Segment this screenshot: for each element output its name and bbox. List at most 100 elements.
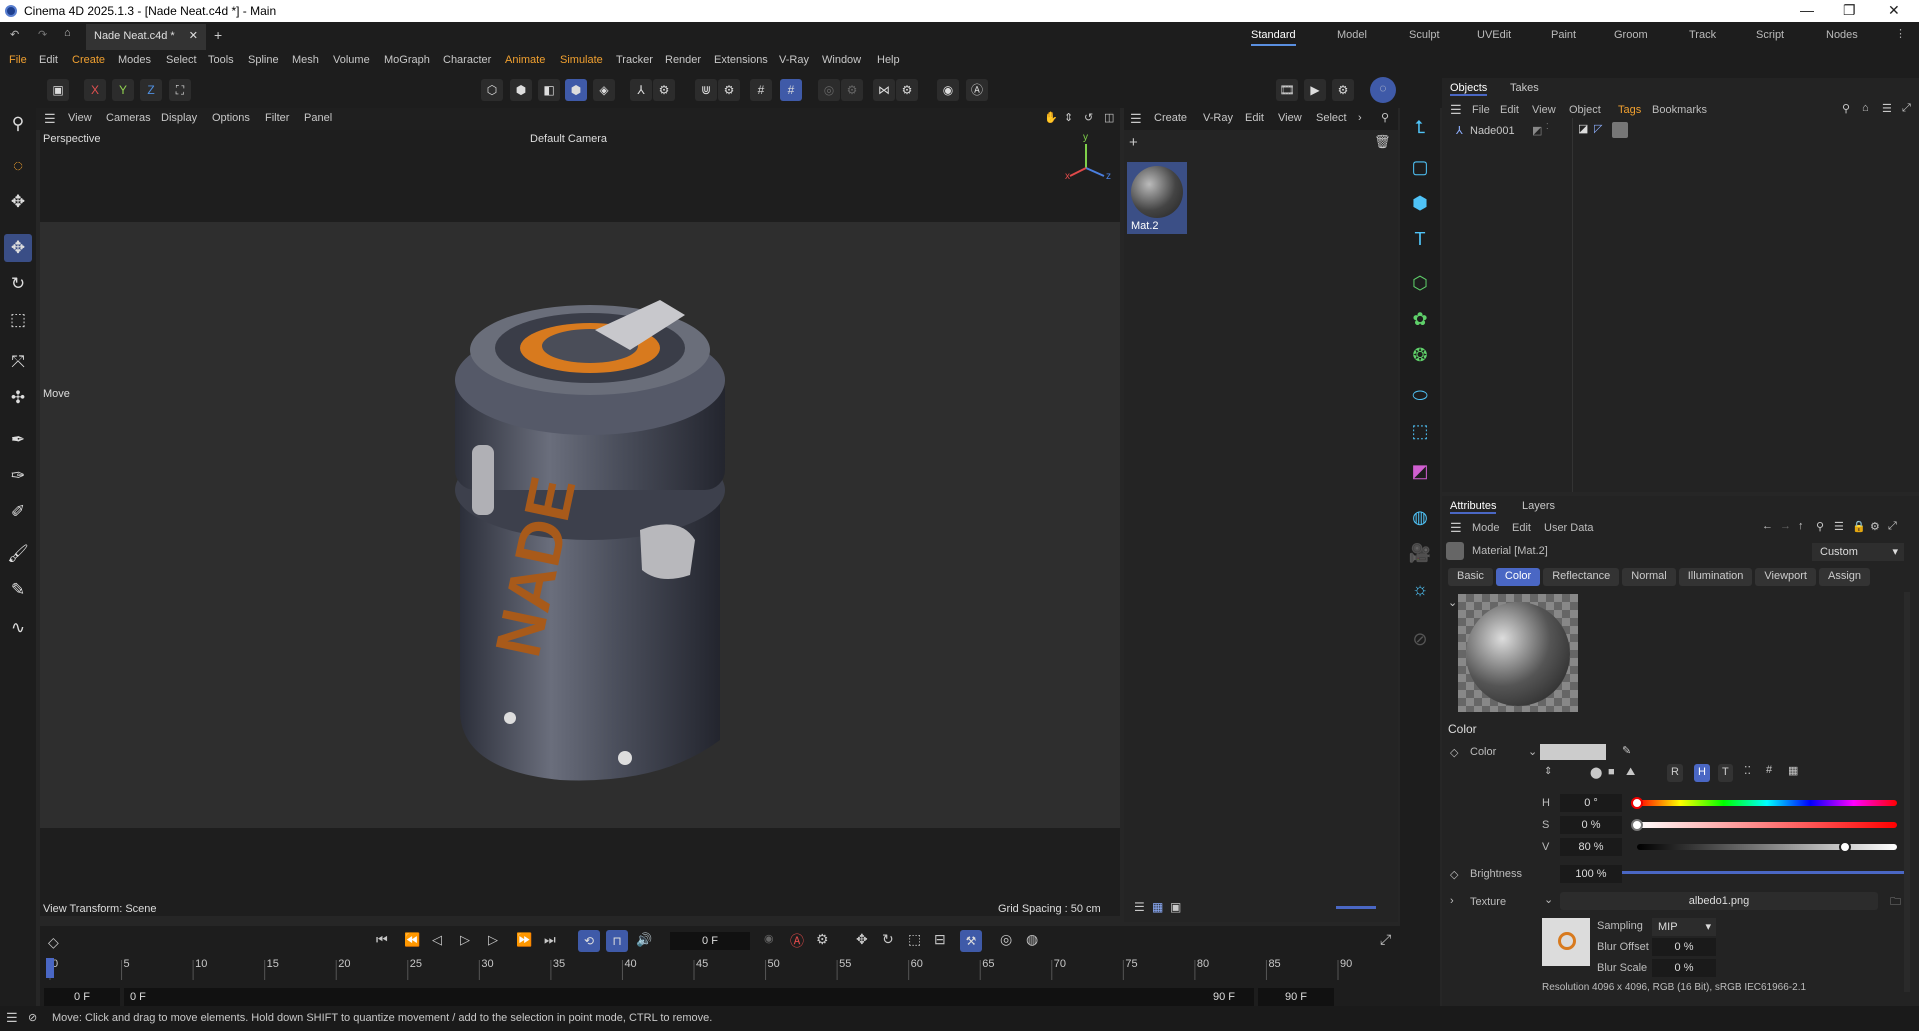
obj-search-icon[interactable]: ⚲ [1842,102,1850,115]
range-end-field[interactable]: 90 F [1200,988,1248,1006]
attr-scrollbar[interactable] [1904,592,1910,992]
hue-slider-knob[interactable] [1631,797,1643,809]
points-mode-icon[interactable]: ⬡ [481,79,503,101]
edges-mode-icon[interactable]: ⬢ [510,79,532,101]
environment-icon[interactable]: ◍ [1405,502,1435,532]
placement-tool-icon[interactable]: ✣ [4,384,32,412]
scale-tool-icon[interactable]: ✥ [4,188,32,216]
menu-render[interactable]: Render [665,54,701,66]
texture-file-field[interactable]: albedo1.png [1560,892,1878,910]
new-tab-icon[interactable]: + [214,27,222,43]
brush-tool-icon[interactable]: 🖌 [4,540,32,568]
menu-character[interactable]: Character [443,54,491,66]
tab-attributes[interactable]: Attributes [1450,500,1497,514]
menu-tools[interactable]: Tools [208,54,234,66]
spline-smooth-icon[interactable]: ∿ [4,614,32,642]
range-start-field[interactable]: 0 F [124,988,1254,1006]
move-tool-icon[interactable]: ✥ [4,234,32,262]
tab-objects[interactable]: Objects [1450,82,1488,96]
value-slider-knob[interactable] [1839,841,1851,853]
attr-expand-icon[interactable]: ⤢ [1888,520,1897,533]
subdivision-generator-icon[interactable]: ⬡ [1405,268,1435,298]
document-tab[interactable]: Nade Neat.c4d * ✕ [86,24,206,50]
attr-settings-icon[interactable]: ⚙ [1870,520,1880,533]
current-frame-field[interactable]: 0 F [670,932,750,950]
attr-filter-icon[interactable]: ☰ [1834,520,1844,533]
large-view-icon[interactable]: ▣ [1170,900,1181,914]
layout-groom[interactable]: Groom [1614,29,1648,41]
symmetry-icon[interactable]: ⋈ [873,79,895,101]
timeline-graph-icon[interactable]: ⤢ [1380,931,1391,948]
rotate-view-icon[interactable]: ↺ [1084,111,1093,124]
go-to-start-icon[interactable]: ⏮ [376,932,388,948]
layout-paint[interactable]: Paint [1551,29,1576,41]
coordinate-system-icon[interactable]: ⛶ [169,79,191,101]
menu-simulate[interactable]: Simulate [560,54,603,66]
effector-icon[interactable]: ❂ [1405,340,1435,370]
menu-mograph[interactable]: MoGraph [384,54,430,66]
attr-menu-userdata[interactable]: User Data [1544,522,1594,534]
dolly-view-icon[interactable]: ⇕ [1064,111,1073,124]
folder-icon[interactable]: 🗀 [1890,893,1901,912]
auto-naming-icon[interactable]: Ⓐ [966,79,988,101]
channel-tab-color[interactable]: Color [1495,568,1541,586]
menu-extensions[interactable]: Extensions [714,54,768,66]
menu-volume[interactable]: Volume [333,54,370,66]
pan-view-icon[interactable]: ✋ [1044,111,1058,124]
mat-menu-view[interactable]: View [1278,112,1302,124]
motion-clip-icon[interactable]: ◎ [1000,931,1012,948]
collapse-arrow-icon[interactable]: ⌄ [1448,596,1457,609]
v-value-field[interactable]: 80 % [1560,838,1622,856]
obj-menu-edit[interactable]: Edit [1500,104,1519,116]
render-view-icon[interactable]: 🎞 [1276,79,1298,101]
visibility-dots-icon[interactable]: ⁚ [1546,122,1549,131]
camera-object-icon[interactable]: 🎥 [1405,538,1435,568]
3d-viewport[interactable]: Perspective Default Camera Move View Tra… [40,130,1120,916]
h-value-field[interactable]: 0 ° [1560,794,1622,812]
channel-tab-normal[interactable]: Normal [1622,568,1676,586]
playhead[interactable] [46,958,54,978]
search-icon[interactable]: ⚲ [4,110,32,138]
chevron-right-icon[interactable]: › [1358,112,1362,124]
uv-mode-icon[interactable]: ◈ [593,79,615,101]
layout-sculpt[interactable]: Sculpt [1409,29,1440,41]
sampling-dropdown[interactable]: MIP ▾ [1652,918,1716,936]
obj-hamburger-icon[interactable]: ☰ [1450,102,1462,118]
vp-menu-view[interactable]: View [68,112,92,124]
menu-edit[interactable]: Edit [39,54,58,66]
camera-label[interactable]: Default Camera [530,133,607,145]
up-arrow-icon[interactable]: ↑ [1798,520,1804,532]
spline-pen-icon[interactable]: ✑ [4,462,32,490]
brightness-slider[interactable] [1622,871,1907,874]
mode-r-button[interactable]: R [1667,764,1683,782]
vray-icon[interactable]: ◌ [1370,77,1396,103]
tab-takes[interactable]: Takes [1510,82,1539,94]
keyframe-mode-icon[interactable]: ◇ [48,934,59,951]
brightness-keyframe-icon[interactable]: ◇ [1450,868,1458,881]
vp-menu-filter[interactable]: Filter [265,112,289,124]
go-to-end-icon[interactable]: ⏭ [544,932,556,948]
key-parameter-icon[interactable]: ⊟ [934,931,946,948]
paint-tool-icon[interactable]: ✎ [4,576,32,604]
axis-settings-icon[interactable]: ⚙ [653,79,675,101]
menu-help[interactable]: Help [877,54,900,66]
close-icon[interactable]: ✕ [1888,2,1900,19]
model-mode-icon[interactable]: ▣ [47,79,69,101]
blur-scale-field[interactable]: 0 % [1652,959,1716,977]
start-frame-field[interactable]: 0 F [44,988,120,1006]
mograph-tracer-icon[interactable]: ◩ [1405,456,1435,486]
s-value-field[interactable]: 0 % [1560,816,1622,834]
mat-menu-edit[interactable]: Edit [1245,112,1264,124]
obj-home-icon[interactable]: ⌂ [1862,102,1869,114]
null-object-icon[interactable]: ⮤ [1405,112,1435,142]
close-tab-icon[interactable]: ✕ [189,29,198,42]
sound-icon[interactable]: 🔊 [636,932,652,948]
lock-z-button[interactable]: Z [140,79,162,101]
key-scale-icon[interactable]: ⬚ [908,931,921,948]
live-selection-icon[interactable]: ◌ [4,152,32,180]
blur-offset-field[interactable]: 0 % [1652,938,1716,956]
back-arrow-icon[interactable]: ← [1762,520,1773,532]
viewport-solo-icon[interactable]: ◉ [937,79,959,101]
vp-menu-panel[interactable]: Panel [304,112,332,124]
object-mode-icon[interactable]: ⬢ [565,79,587,101]
